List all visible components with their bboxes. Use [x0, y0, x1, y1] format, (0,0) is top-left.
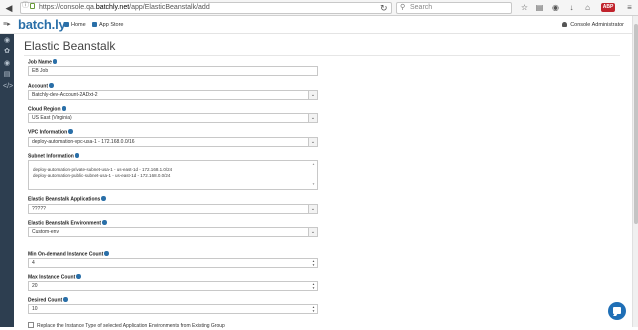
url-path: /app/ElasticBeanstalk/add [129, 4, 210, 11]
download-icon[interactable]: ↓ [567, 3, 576, 12]
title-divider [24, 55, 620, 56]
sidebar-toggle-icon[interactable]: ≡▸ [3, 20, 11, 28]
help-icon[interactable] [101, 196, 106, 201]
account-value: Batchly-dev-Account-2ADxt-2 [32, 92, 98, 98]
job-name-value: EB Job [32, 68, 49, 74]
account-select[interactable]: Batchly-dev-Account-2ADxt-2 ⌄ [28, 90, 318, 100]
reading-list-icon[interactable]: ▤ [535, 3, 544, 12]
max-instance-input[interactable]: 20 ▲ ▼ [28, 281, 318, 291]
left-sidebar: ◉ ✿ ◉ ▤ </> [0, 34, 14, 327]
desired-count-value: 10 [32, 306, 38, 312]
chat-button[interactable] [608, 302, 626, 320]
apps-icon[interactable]: ▤ [3, 71, 11, 79]
stepper-icon[interactable]: ▲ ▼ [311, 305, 316, 313]
job-name-label-text: Job Name [28, 59, 52, 66]
scrollbar-thumb[interactable] [634, 24, 638, 224]
subnet-scroll-arrows[interactable]: ▲ ▼ [311, 162, 316, 188]
min-on-demand-label-text: Min On-demand Instance Count [28, 251, 104, 258]
eb-environment-select[interactable]: Custom-env ⌄ [28, 227, 318, 237]
binoculars-icon[interactable]: ◉ [3, 60, 11, 68]
home-browser-icon[interactable]: ⌂ [583, 3, 592, 12]
menu-icon[interactable]: ≡ [625, 3, 634, 12]
nav-app-store-label: App Store [99, 22, 124, 28]
min-on-demand-input[interactable]: 4 ▲ ▼ [28, 258, 318, 268]
eb-application-label: Elastic Beanstalk Applications [28, 196, 106, 204]
nav-home-link[interactable]: Home [64, 21, 86, 29]
browser-toolbar: ◀ https://console.qa.batchly.net/app/Ela… [0, 0, 638, 16]
bookmark-star-icon[interactable]: ☆ [520, 3, 529, 12]
replace-instance-type-option[interactable]: Replace the Instance Type of selected Ap… [28, 322, 225, 330]
subnet-option[interactable]: deploy-automation-public-subnet-usa-1 - … [33, 173, 313, 179]
wrench-icon[interactable]: ✿ [3, 48, 11, 56]
chevron-down-icon: ⌄ [308, 114, 317, 122]
user-name: Console Administrator [570, 22, 624, 28]
eb-application-select[interactable]: ????? ⌄ [28, 204, 318, 214]
cloud-region-label-text: Cloud Region [28, 106, 61, 113]
home-icon [64, 22, 69, 27]
adblock-icon[interactable]: ABP [601, 3, 615, 12]
max-instance-value: 20 [32, 283, 38, 289]
code-icon[interactable]: </> [3, 83, 13, 91]
job-name-input[interactable]: EB Job [28, 66, 318, 76]
desired-count-input[interactable]: 10 ▲ ▼ [28, 304, 318, 314]
address-bar[interactable]: https://console.qa.batchly.net/app/Elast… [20, 2, 392, 14]
info-icon[interactable]: ⓘ [22, 2, 29, 9]
vpc-value: deploy-automation-vpc-usa-1 - 172.168.0.… [32, 139, 135, 145]
help-icon[interactable] [74, 153, 80, 158]
help-icon[interactable] [102, 220, 107, 225]
help-icon[interactable] [104, 251, 109, 256]
eb-application-value: ????? [32, 206, 46, 212]
vpc-label-text: VPC Information [28, 129, 68, 136]
app-logo[interactable]: batch.ly [18, 17, 66, 32]
help-icon[interactable] [63, 297, 68, 302]
chevron-down-icon: ⌄ [308, 138, 317, 146]
max-instance-label-text: Max Instance Count [28, 274, 76, 281]
user-icon [562, 22, 568, 27]
chevron-down-icon: ⌄ [308, 91, 317, 99]
search-icon: ⚲ [400, 4, 406, 11]
subnet-multiselect[interactable]: deploy-automation-private-subnet-usa-1 -… [28, 160, 318, 190]
nav-app-store-link[interactable]: App Store [92, 21, 123, 29]
nav-home-label: Home [71, 22, 86, 28]
min-on-demand-value: 4 [32, 260, 35, 266]
stepper-icon[interactable]: ▲ ▼ [311, 259, 316, 267]
store-icon [92, 22, 97, 27]
eb-application-label-text: Elastic Beanstalk Applications [28, 196, 101, 203]
user-menu[interactable]: Console Administrator [562, 21, 624, 29]
lock-icon [30, 3, 35, 9]
vpc-select[interactable]: deploy-automation-vpc-usa-1 - 172.168.0.… [28, 137, 318, 147]
help-icon[interactable] [49, 83, 54, 88]
help-icon[interactable] [76, 274, 81, 279]
chevron-down-icon: ⌄ [308, 205, 317, 213]
cloud-region-select[interactable]: US East (Virginia) ⌄ [28, 113, 318, 123]
url-host: batchly.net [95, 4, 130, 11]
desired-count-label-text: Desired Count [28, 297, 63, 304]
page-scrollbar[interactable] [632, 16, 638, 327]
url-prefix: https://console.qa. [39, 4, 96, 11]
page-title: Elastic Beanstalk [24, 39, 116, 53]
chevron-down-icon: ⌄ [308, 228, 317, 236]
browser-search-input[interactable]: ⚲ Search [396, 2, 512, 14]
replace-instance-type-checkbox[interactable] [28, 322, 34, 328]
dashboard-icon[interactable]: ◉ [3, 37, 11, 45]
vpc-label: VPC Information [28, 129, 73, 137]
stepper-icon[interactable]: ▲ ▼ [311, 282, 316, 290]
help-icon[interactable] [68, 129, 73, 134]
chat-bubble-tail [613, 313, 618, 316]
app-header: ≡▸ batch.ly Home App Store Console Admin… [0, 16, 632, 34]
help-icon[interactable] [52, 59, 58, 64]
subnet-label-text: Subnet Information [28, 153, 74, 160]
replace-instance-type-label: Replace the Instance Type of selected Ap… [37, 323, 225, 329]
pocket-icon[interactable]: ◉ [551, 3, 560, 12]
cloud-region-value: US East (Virginia) [32, 115, 72, 121]
back-icon[interactable]: ◀ [3, 2, 15, 14]
reload-icon[interactable]: ↻ [380, 2, 388, 14]
help-icon[interactable] [61, 106, 66, 111]
eb-environment-label-text: Elastic Beanstalk Environment [28, 220, 102, 227]
search-placeholder: Search [410, 4, 433, 11]
account-label-text: Account [28, 83, 48, 90]
eb-environment-value: Custom-env [32, 229, 59, 235]
